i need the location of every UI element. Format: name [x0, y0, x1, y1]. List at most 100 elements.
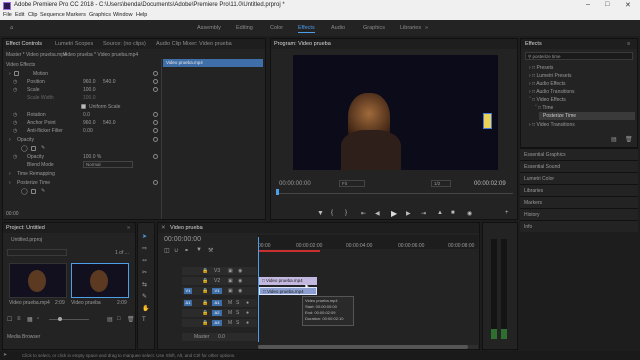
nest-icon[interactable]: ◫ [164, 247, 170, 254]
panel-history[interactable]: History [520, 208, 638, 220]
marker-icon[interactable]: ▼ [317, 210, 324, 217]
step-forward-icon[interactable]: ▶ [406, 210, 411, 217]
mic-icon[interactable]: ● [246, 320, 249, 326]
position-y[interactable]: 540.0 [103, 79, 116, 85]
menu-clip[interactable]: Clip [28, 12, 37, 18]
stopwatch-icon[interactable]: ◷ [13, 79, 17, 85]
reset-icon[interactable] [153, 87, 158, 92]
panel-essential-graphics[interactable]: Essential Graphics [520, 148, 638, 160]
track-header-v1[interactable]: V1 🔒 V1 ▣ ◉ [182, 287, 257, 295]
new-bin-icon[interactable]: ▤ [107, 316, 113, 323]
workspace-effects[interactable]: Effects [298, 25, 315, 33]
zoom-slider-handle[interactable] [58, 317, 62, 321]
panel-menu-icon[interactable]: » [127, 225, 130, 231]
effect-folder-audio-effects[interactable]: › □ Audio Effects [529, 81, 566, 87]
time-ruler[interactable]: 00:00 00:00:02:00 00:00:04:00 00:00:06:0… [258, 235, 478, 249]
effects-search-input[interactable]: ⚲ posterize time [525, 52, 633, 60]
mark-out-icon[interactable]: } [345, 210, 347, 216]
linked-selection-icon[interactable]: ⚭ [184, 247, 189, 254]
ripple-edit-tool-icon[interactable]: ⇿ [142, 257, 150, 265]
track-header-v2[interactable]: 🔒 V2 ▣ ◉ [182, 277, 257, 285]
track-header-master[interactable]: Master 0.0 [182, 333, 257, 341]
track-lock-icon[interactable]: 🔒 [202, 310, 208, 316]
workspace-libraries[interactable]: Libraries [400, 25, 421, 31]
sequence-clip-label[interactable]: Video prueba * Video prueba.mp4 [63, 52, 138, 58]
selection-tool-icon[interactable]: ➤ [142, 233, 150, 241]
solo-icon[interactable]: S [236, 320, 239, 326]
menu-sequence[interactable]: Sequence [40, 12, 65, 18]
tab-program[interactable]: Program: Video prueba [274, 41, 331, 47]
ellipse-mask-icon[interactable]: ◯ [21, 188, 28, 195]
playhead[interactable] [276, 189, 279, 195]
tab-effects[interactable]: Effects [525, 41, 542, 47]
extract-icon[interactable]: ■ [451, 210, 455, 216]
panel-info[interactable]: Info [520, 220, 638, 232]
source-patch-v1[interactable]: V1 [184, 288, 192, 294]
reset-icon[interactable] [153, 128, 158, 133]
stopwatch-icon[interactable]: ◷ [13, 112, 17, 118]
effect-folder-audio-transitions[interactable]: › □ Audio Transitions [529, 89, 575, 95]
razor-tool-icon[interactable]: ✂ [142, 269, 150, 277]
project-search-input[interactable] [7, 249, 67, 256]
media-thumbnail[interactable] [9, 263, 67, 298]
resolution-select[interactable]: 1/2 [431, 180, 451, 187]
solo-icon[interactable]: S [236, 300, 239, 306]
sequence-thumbnail[interactable] [71, 263, 129, 298]
mute-icon[interactable]: M [228, 300, 232, 306]
list-view-icon[interactable]: ≡ [17, 316, 21, 322]
panel-libraries[interactable]: Libraries [520, 184, 638, 196]
program-timecode[interactable]: 00:00:00:00 [279, 181, 311, 187]
eye-icon[interactable]: ◉ [238, 288, 242, 294]
track-lock-icon[interactable]: 🔒 [202, 288, 208, 294]
new-item-icon[interactable]: □ [117, 316, 121, 322]
slip-tool-icon[interactable]: ⇆ [142, 281, 150, 289]
snap-icon[interactable]: ∪ [174, 247, 178, 254]
ellipse-mask-icon[interactable]: ◯ [21, 145, 28, 152]
sync-lock-icon[interactable]: ▣ [228, 278, 233, 284]
menu-markers[interactable]: Markers [66, 12, 86, 18]
settings-wrench-icon[interactable]: ⚒ [208, 247, 213, 254]
time-remap-expand-icon[interactable]: › [9, 171, 11, 177]
sequence-item-name[interactable]: Video prueba [71, 300, 101, 306]
effect-item-posterize-time[interactable]: Posterize Time [539, 112, 635, 120]
stopwatch-icon[interactable]: ◷ [13, 154, 17, 160]
tab-lumetri-scopes[interactable]: Lumetri Scopes [55, 41, 93, 47]
master-volume-value[interactable]: 0.0 [218, 334, 225, 340]
add-button-icon[interactable]: + [505, 210, 509, 216]
effect-folder-video-effects[interactable]: ˇ □ Video Effects [529, 97, 566, 103]
menu-edit[interactable]: Edit [15, 12, 24, 18]
workspace-audio[interactable]: Audio [331, 25, 345, 31]
blend-mode-select[interactable]: Normal [83, 161, 133, 168]
track-header-a3[interactable]: 🔒 A3 M S ● [182, 319, 257, 327]
stopwatch-icon[interactable]: ◷ [13, 87, 17, 93]
panel-lumetri-color[interactable]: Lumetri Color [520, 172, 638, 184]
track-header-a1[interactable]: A1 🔒 A1 M S ● [182, 299, 257, 307]
mute-icon[interactable]: M [228, 310, 232, 316]
close-tab-icon[interactable]: ✕ [161, 225, 166, 231]
track-header-a2[interactable]: 🔒 A2 M S ● [182, 309, 257, 317]
rectangle-mask-icon[interactable] [31, 146, 36, 151]
tab-project[interactable]: Project: Untitled [6, 225, 45, 231]
scale-value[interactable]: 100.0 [83, 87, 96, 93]
panel-essential-sound[interactable]: Essential Sound [520, 160, 638, 172]
position-x[interactable]: 960.0 [83, 79, 96, 85]
reset-icon[interactable] [153, 154, 158, 159]
sync-lock-icon[interactable]: ▣ [228, 268, 233, 274]
type-tool-icon[interactable]: T [142, 317, 150, 325]
motion-expand-icon[interactable]: › [9, 71, 11, 77]
track-lock-icon[interactable]: 🔒 [202, 300, 208, 306]
opacity-value[interactable]: 100.0 % [83, 154, 101, 160]
track-lock-icon[interactable]: 🔒 [202, 278, 208, 284]
fx-badge-icon[interactable] [14, 71, 19, 76]
workspace-graphics[interactable]: Graphics [363, 25, 385, 31]
reset-icon[interactable] [153, 137, 158, 142]
minimize-icon[interactable]: – [586, 1, 590, 8]
rectangle-mask-icon[interactable] [31, 189, 36, 194]
mark-in-icon[interactable]: { [331, 210, 333, 216]
mic-icon[interactable]: ● [246, 300, 249, 306]
menu-help[interactable]: Help [136, 12, 147, 18]
new-bin-icon[interactable]: ▤ [611, 136, 617, 143]
go-to-in-icon[interactable]: ⇤ [361, 210, 366, 217]
workspace-assembly[interactable]: Assembly [197, 25, 221, 31]
hand-tool-icon[interactable]: ✋ [142, 305, 150, 313]
